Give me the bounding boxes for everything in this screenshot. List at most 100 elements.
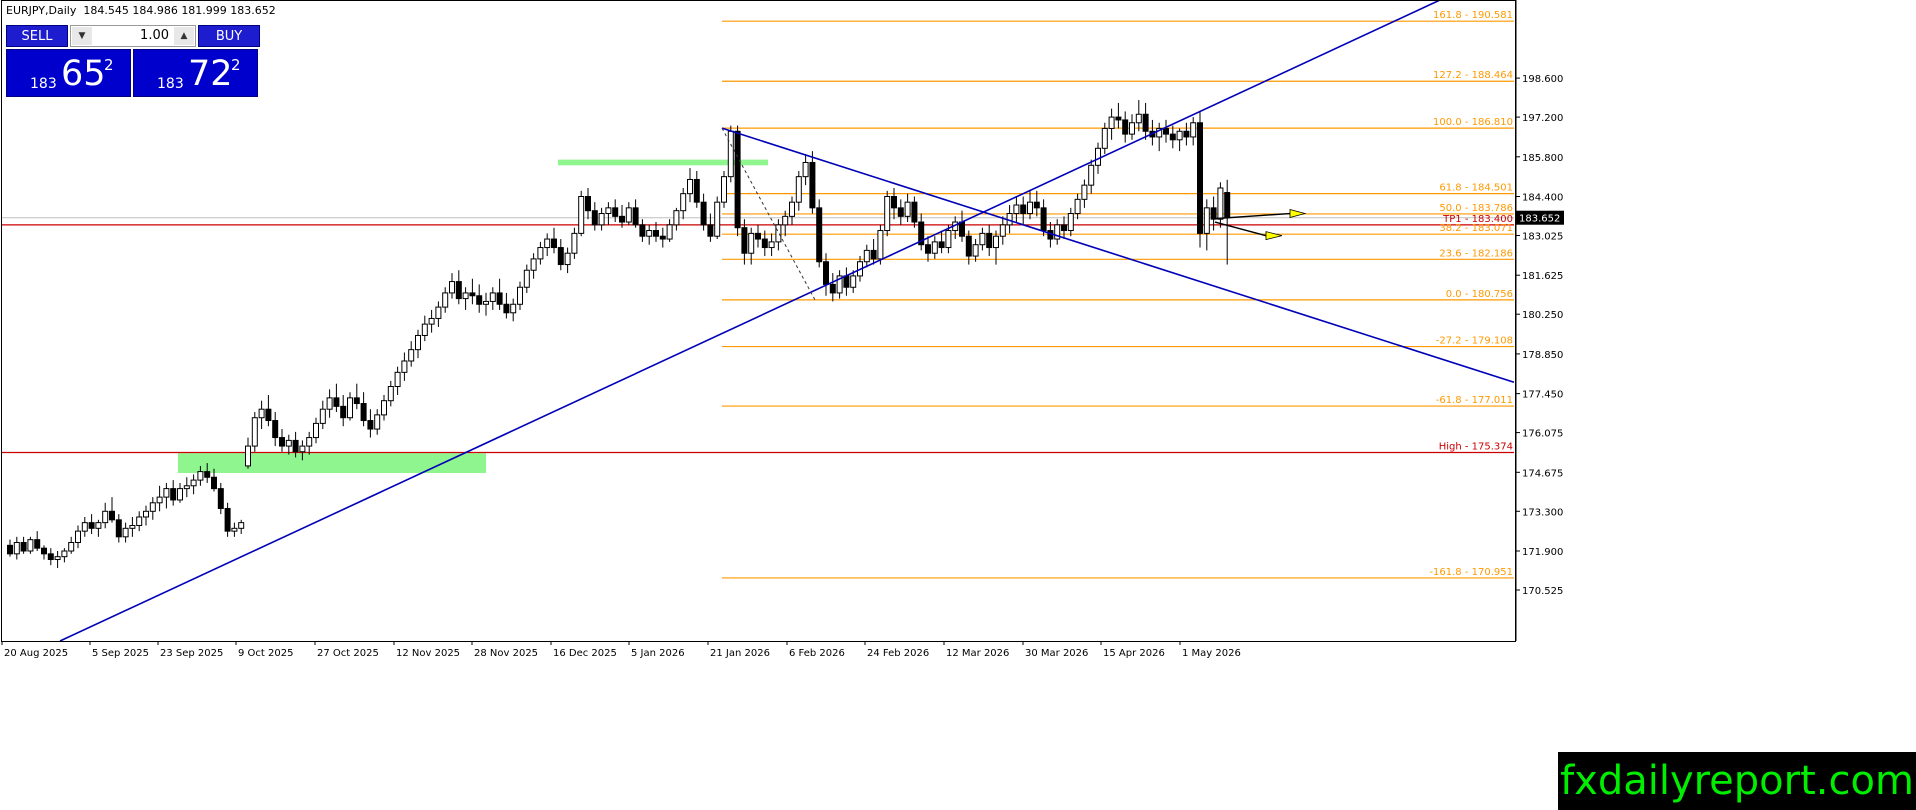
candle-body [619, 215, 625, 223]
candle-body [217, 488, 224, 509]
candle-body [231, 527, 238, 532]
candle-body [1190, 122, 1197, 138]
candle-body [238, 522, 245, 529]
candle-body [1020, 204, 1027, 215]
candle-body [863, 249, 870, 263]
candle-body [326, 397, 333, 410]
candle-body [775, 224, 782, 243]
candle-body [197, 471, 204, 481]
candle-body [1033, 201, 1040, 209]
candle-body [136, 516, 143, 526]
candle-body [1101, 127, 1108, 149]
candle-body [646, 230, 653, 237]
candle-body [816, 207, 823, 263]
candle-body [979, 232, 986, 246]
candle-body [1074, 198, 1081, 215]
candle-body [279, 437, 285, 447]
price-tick-label: 183.025 [1522, 232, 1563, 243]
level-label: High - 175.374 [1439, 441, 1513, 452]
candle-body [959, 221, 965, 237]
projection-arrow-head [1265, 231, 1283, 241]
candle-body [741, 227, 748, 254]
candle-body [523, 269, 530, 288]
buy-price-prefix: 183 [157, 76, 184, 92]
time-tick-label: 20 Aug 2025 [4, 648, 68, 659]
time-tick-label: 6 Feb 2026 [789, 648, 845, 659]
candle-body [367, 420, 374, 430]
projection-arrow-head [1289, 209, 1307, 219]
price-tick-label: 198.600 [1522, 74, 1563, 85]
candle-body [394, 371, 401, 388]
candle-body [415, 334, 421, 351]
candle-body [149, 502, 156, 512]
volume-field[interactable]: ▼ 1.00 ▲ [70, 25, 196, 47]
candle-body [877, 230, 884, 260]
sell-button[interactable]: SELL [6, 25, 68, 47]
candle-body [299, 445, 306, 453]
candle-body [1088, 164, 1095, 186]
buy-price-big: 72 [188, 54, 233, 94]
buy-price-box[interactable]: 183 72 2 [133, 49, 258, 97]
candle-body [727, 130, 734, 178]
candle-body [768, 241, 775, 249]
candle-body [1169, 133, 1176, 141]
price-tick-label: 184.400 [1522, 193, 1563, 204]
current-price-label: 183.652 [1519, 214, 1560, 225]
volume-input[interactable]: 1.00 [93, 26, 173, 46]
level-label: TP1 - 183.400 [1442, 214, 1513, 225]
candle-body [721, 176, 727, 203]
candle-body [496, 292, 503, 305]
price-tick-label: 178.850 [1522, 350, 1563, 361]
candle-body [1122, 119, 1129, 135]
price-tick-label: 181.625 [1522, 271, 1563, 282]
candle-body [795, 176, 802, 203]
fib-label: 0.0 - 180.756 [1446, 289, 1513, 300]
ohlc-values: 184.545 184.986 181.999 183.652 [83, 4, 276, 17]
price-tick-label: 176.075 [1522, 429, 1563, 440]
downtrend-line [721, 127, 1515, 384]
candle-body [129, 524, 136, 529]
candle-body [993, 235, 999, 249]
candle-body [360, 403, 367, 422]
sell-price-prefix: 183 [30, 76, 57, 92]
candle-body [809, 161, 816, 209]
candle-body [462, 292, 469, 300]
buy-button[interactable]: BUY [198, 25, 260, 47]
candle-body [449, 281, 455, 294]
price-chart[interactable]: 161.8 - 190.581 127.2 - 188.464 100.0 - 18… [0, 0, 1916, 810]
sell-price-sup: 2 [104, 56, 114, 74]
candle-body [170, 488, 177, 501]
sell-price-box[interactable]: 183 65 2 [6, 49, 131, 97]
candle-body [850, 275, 857, 288]
demand-zone [178, 453, 486, 474]
candle-body [829, 283, 836, 294]
candle-body [653, 230, 659, 237]
candle-body [401, 360, 408, 373]
volume-increase-icon[interactable]: ▲ [174, 27, 194, 45]
fib-label: 100.0 - 186.810 [1433, 117, 1513, 128]
candle-body [782, 215, 789, 226]
time-tick-label: 28 Nov 2025 [474, 648, 538, 659]
volume-decrease-icon[interactable]: ▼ [72, 27, 92, 45]
candle-body [1129, 122, 1135, 135]
candle-body [177, 488, 183, 501]
time-tick-label: 15 Apr 2026 [1103, 648, 1165, 659]
candle-body [183, 485, 190, 490]
time-tick-label: 5 Sep 2025 [92, 648, 149, 659]
candle-body [381, 400, 387, 416]
candle-body [265, 408, 272, 422]
candle-body [75, 530, 81, 543]
price-tick-label: 180.250 [1522, 310, 1563, 321]
candle-body [1061, 224, 1067, 232]
candle-body [347, 397, 353, 419]
candle-body [435, 306, 442, 319]
candle-body [285, 439, 292, 447]
candle-body [387, 386, 394, 402]
candle-body [47, 553, 54, 561]
price-tick-label: 174.675 [1522, 468, 1563, 479]
watermark: fxdailyreport.com [1558, 752, 1916, 810]
candle-body [455, 281, 462, 300]
candle-body [700, 201, 707, 226]
candle-body [258, 408, 265, 419]
candle-body [578, 196, 585, 234]
